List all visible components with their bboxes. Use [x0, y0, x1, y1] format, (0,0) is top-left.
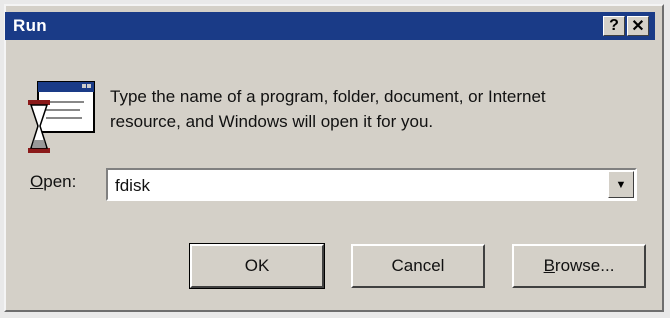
browse-button[interactable]: Browse... [512, 244, 646, 288]
window-title: Run [13, 16, 47, 35]
instruction-text: Type the name of a program, folder, docu… [110, 84, 546, 134]
chevron-down-icon: ▼ [615, 178, 627, 191]
cancel-button-label: Cancel [391, 256, 445, 275]
open-input[interactable]: fdisk [115, 176, 150, 196]
run-icon [24, 78, 100, 156]
open-label: Open: [30, 172, 76, 192]
help-icon: ? [609, 17, 619, 34]
instruction-line-2: resource, and Windows will open it for y… [110, 112, 434, 131]
browse-mnemonic: B [543, 256, 555, 275]
ok-button-label: OK [244, 256, 270, 275]
browse-rest: rowse... [554, 256, 615, 275]
close-icon: ✕ [631, 18, 645, 35]
ok-button[interactable]: OK [189, 243, 325, 289]
instruction-line-1: Type the name of a program, folder, docu… [110, 87, 546, 106]
help-button[interactable]: ? [603, 16, 625, 36]
open-label-mnemonic: O [30, 172, 44, 191]
cancel-button[interactable]: Cancel [351, 244, 485, 288]
browse-button-label: Browse... [544, 256, 615, 276]
close-button[interactable]: ✕ [627, 16, 649, 36]
open-combobox[interactable]: fdisk ▼ [106, 168, 637, 201]
dropdown-button[interactable]: ▼ [608, 171, 634, 198]
title-bar[interactable]: Run ? ✕ [5, 12, 655, 40]
open-label-rest: pen: [43, 172, 77, 191]
